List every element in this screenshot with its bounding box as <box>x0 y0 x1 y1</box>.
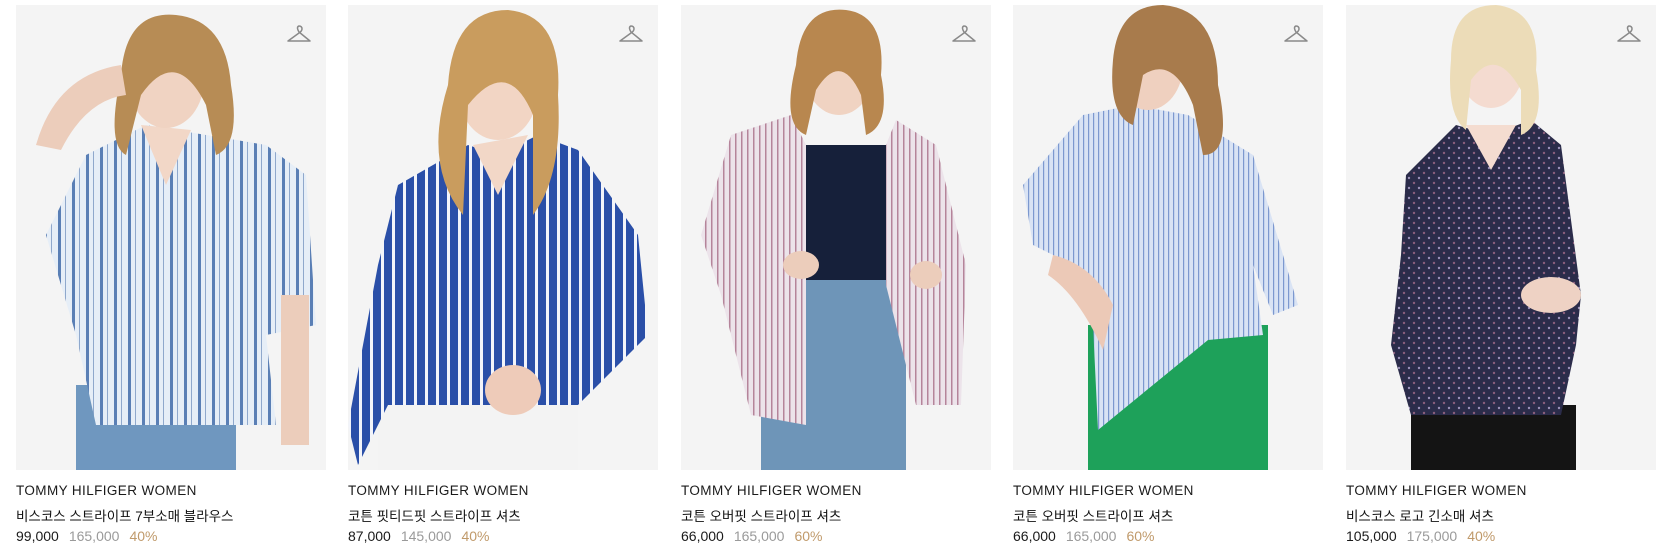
product-card[interactable]: TOMMY HILFIGER WOMEN 코튼 오버핏 스트라이프 셔츠 66,… <box>681 5 991 550</box>
hanger-icon <box>1617 25 1641 42</box>
product-brand[interactable]: TOMMY HILFIGER WOMEN <box>348 483 529 498</box>
price-row: 66,000 165,000 60% <box>1013 528 1154 544</box>
model-photo <box>1023 5 1298 470</box>
price-row: 105,000 175,000 40% <box>1346 528 1495 544</box>
product-image[interactable] <box>348 5 658 470</box>
model-photo <box>36 14 316 470</box>
discount-rate: 60% <box>794 528 823 544</box>
sale-price: 105,000 <box>1346 528 1397 544</box>
product-brand[interactable]: TOMMY HILFIGER WOMEN <box>1346 483 1527 498</box>
hanger-icon <box>619 25 643 42</box>
sale-price: 87,000 <box>348 528 391 544</box>
wishlist-button[interactable] <box>949 21 979 51</box>
hanger-icon <box>1284 25 1308 42</box>
product-card[interactable]: TOMMY HILFIGER WOMEN 코튼 오버핏 스트라이프 셔츠 66,… <box>1013 5 1323 550</box>
product-image[interactable] <box>16 5 326 470</box>
wishlist-button[interactable] <box>1281 21 1311 51</box>
original-price: 165,000 <box>733 528 785 544</box>
product-brand[interactable]: TOMMY HILFIGER WOMEN <box>1013 483 1194 498</box>
price-row: 99,000 165,000 40% <box>16 528 157 544</box>
price-row: 66,000 165,000 60% <box>681 528 822 544</box>
product-name[interactable]: 비스코스 스트라이프 7부소매 블라우스 <box>16 505 233 525</box>
sale-price: 99,000 <box>16 528 59 544</box>
product-name[interactable]: 코튼 핏티드핏 스트라이프 셔츠 <box>348 505 521 525</box>
original-price: 165,000 <box>68 528 120 544</box>
product-image[interactable] <box>1013 5 1323 470</box>
original-price: 145,000 <box>400 528 452 544</box>
wishlist-button[interactable] <box>284 21 314 51</box>
hanger-icon <box>952 25 976 42</box>
product-grid: TOMMY HILFIGER WOMEN 비스코스 스트라이프 7부소매 블라우… <box>16 5 1656 550</box>
wishlist-button[interactable] <box>616 21 646 51</box>
product-card[interactable]: TOMMY HILFIGER WOMEN 비스코스 스트라이프 7부소매 블라우… <box>16 5 326 550</box>
product-card[interactable]: TOMMY HILFIGER WOMEN 비스코스 로고 긴소매 셔츠 105,… <box>1346 5 1656 550</box>
discount-rate: 40% <box>461 528 490 544</box>
price-row: 87,000 145,000 40% <box>348 528 489 544</box>
model-photo <box>348 10 648 470</box>
sale-price: 66,000 <box>1013 528 1056 544</box>
original-price: 175,000 <box>1406 528 1458 544</box>
discount-rate: 60% <box>1126 528 1155 544</box>
product-card[interactable]: TOMMY HILFIGER WOMEN 코튼 핏티드핏 스트라이프 셔츠 87… <box>348 5 658 550</box>
sale-price: 66,000 <box>681 528 724 544</box>
product-brand[interactable]: TOMMY HILFIGER WOMEN <box>16 483 197 498</box>
product-brand[interactable]: TOMMY HILFIGER WOMEN <box>681 483 862 498</box>
discount-rate: 40% <box>1467 528 1496 544</box>
product-name[interactable]: 코튼 오버핏 스트라이프 셔츠 <box>681 505 841 525</box>
model-photo <box>701 9 966 470</box>
product-name[interactable]: 비스코스 로고 긴소매 셔츠 <box>1346 505 1494 525</box>
wishlist-button[interactable] <box>1614 21 1644 51</box>
hanger-icon <box>287 25 311 42</box>
product-name[interactable]: 코튼 오버핏 스트라이프 셔츠 <box>1013 505 1173 525</box>
model-photo <box>1391 5 1581 470</box>
product-image[interactable] <box>681 5 991 470</box>
discount-rate: 40% <box>129 528 158 544</box>
original-price: 165,000 <box>1065 528 1117 544</box>
product-image[interactable] <box>1346 5 1656 470</box>
